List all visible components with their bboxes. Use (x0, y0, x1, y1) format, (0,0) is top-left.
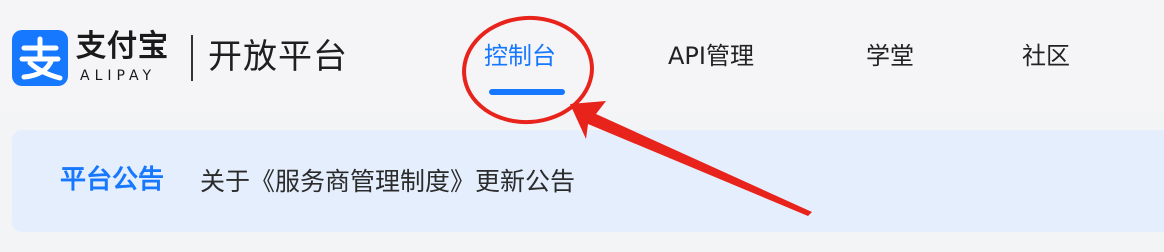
annotation-arrow (570, 101, 812, 216)
